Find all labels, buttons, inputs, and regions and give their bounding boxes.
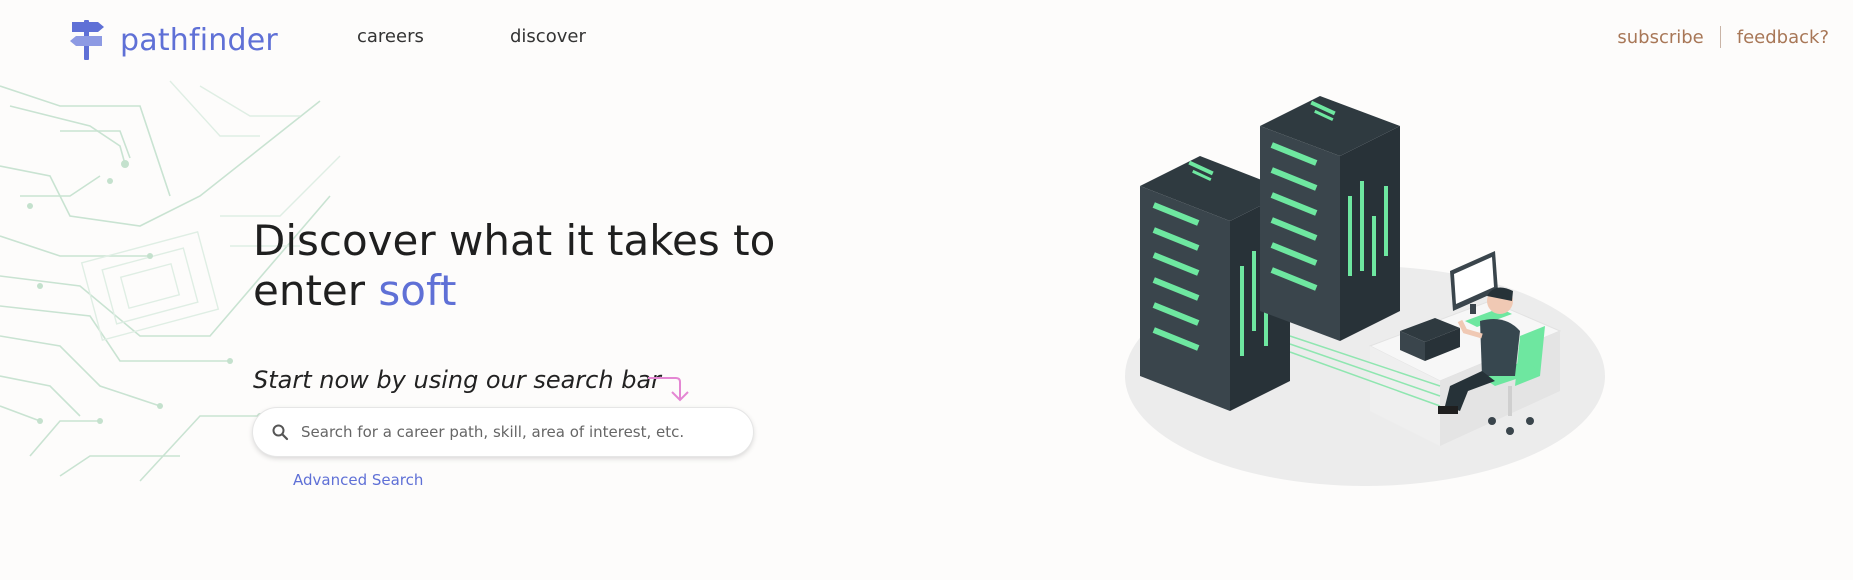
nav-careers[interactable]: careers — [357, 26, 424, 47]
hero-headline: Discover what it takes to enter soft — [253, 216, 813, 316]
curved-arrow-icon — [648, 377, 689, 402]
search-icon — [272, 424, 289, 441]
headline-line1: Discover what it takes to — [253, 216, 776, 265]
search-bar[interactable] — [253, 408, 753, 456]
search-input[interactable] — [299, 422, 743, 442]
header-right-links: subscribe feedback? — [1617, 26, 1829, 48]
feedback-link[interactable]: feedback? — [1737, 27, 1829, 48]
header-divider — [1719, 26, 1721, 48]
advanced-search-link[interactable]: Advanced Search — [293, 471, 423, 489]
headline-line2: enter — [253, 266, 366, 315]
brand-name: pathfinder — [120, 22, 278, 58]
signpost-icon — [70, 20, 104, 60]
headline-accent-word: soft — [378, 266, 457, 315]
nav-discover[interactable]: discover — [510, 26, 586, 47]
subscribe-link[interactable]: subscribe — [1617, 27, 1703, 48]
top-header: pathfinder careers discover subscribe fe… — [0, 0, 1853, 76]
brand-logo[interactable]: pathfinder — [68, 18, 278, 62]
server-room-illustration — [1125, 96, 1605, 486]
hero-subtitle: Start now by using our search bar — [253, 366, 662, 394]
